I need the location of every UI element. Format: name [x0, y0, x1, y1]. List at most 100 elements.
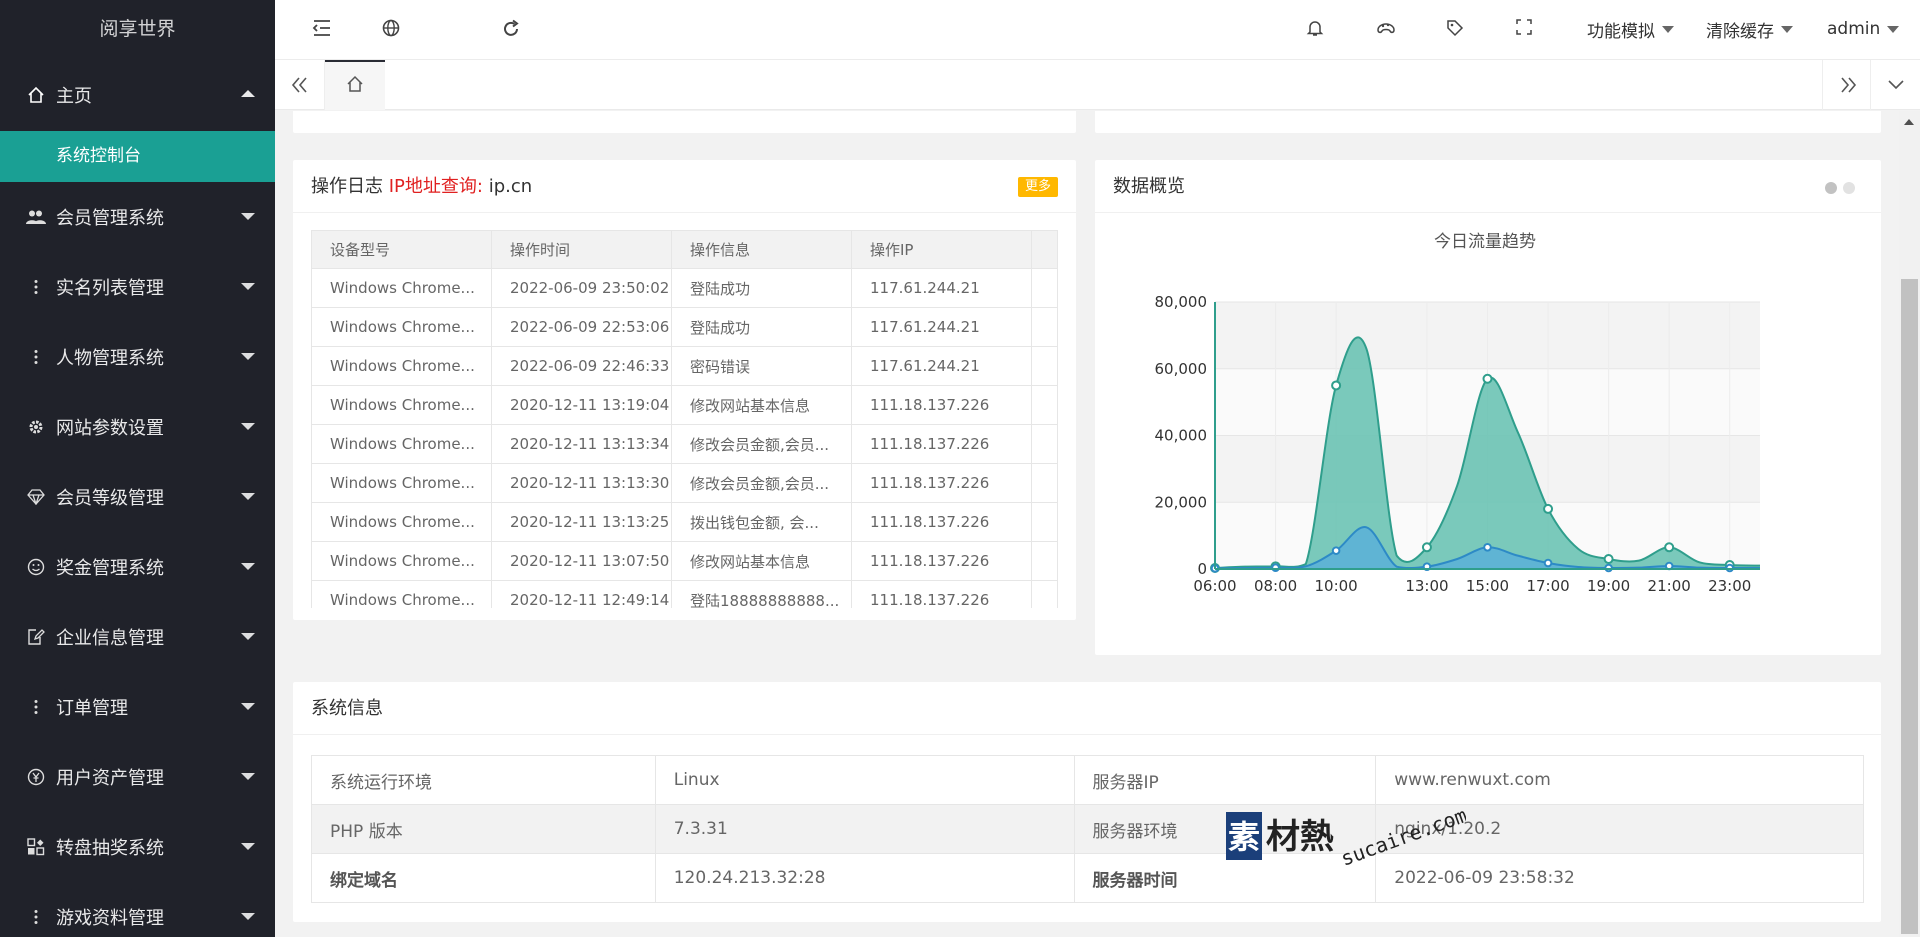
- series-1-point: [1421, 542, 1432, 553]
- sidebar-item-10[interactable]: 转盘抽奖系统: [0, 812, 275, 882]
- log-cell: Windows Chrome...: [311, 424, 492, 464]
- scrollbar-thumb[interactable]: [1901, 279, 1918, 934]
- log-cell: Windows Chrome...: [311, 268, 492, 308]
- x-tick-label: 19:00: [1587, 577, 1630, 595]
- tab-home[interactable]: [325, 60, 385, 110]
- main-content: 操作日志 IP地址查询: ip.cn 更多 设备型号 操作时间 操作信息 操作IP W…: [275, 111, 1899, 937]
- globe-icon[interactable]: [381, 18, 401, 42]
- sidebar-item-7[interactable]: 企业信息管理: [0, 602, 275, 672]
- sidebar-item-label: 用户资产管理: [56, 768, 164, 789]
- carousel-dot-active[interactable]: [1825, 182, 1837, 194]
- caret-down-icon: [1662, 25, 1674, 33]
- fullscreen-icon[interactable]: [1515, 18, 1533, 40]
- carousel-dot[interactable]: [1843, 182, 1855, 194]
- tab-bar: [275, 60, 1920, 110]
- sidebar-item-8[interactable]: 订单管理: [0, 672, 275, 742]
- log-cell-spacer: [1031, 502, 1058, 542]
- data-overview-card: 数据概览 今日流量趋势 0 20,000 40,000 60,000 80,000 06:0…: [1095, 160, 1881, 655]
- table-row[interactable]: Windows Chrome... 2022-06-09 22:46:33 密码错误…: [311, 346, 1058, 386]
- refresh-icon[interactable]: [500, 18, 522, 44]
- menu-fold-icon[interactable]: [311, 18, 333, 42]
- chevron-down-icon: [241, 703, 255, 710]
- clear-cache-menu[interactable]: 清除缓存: [1706, 0, 1793, 58]
- tab-scroll-right-icon[interactable]: [1822, 60, 1872, 110]
- sidebar-item-4[interactable]: 网站参数设置: [0, 392, 275, 462]
- log-cell: Windows Chrome...: [311, 502, 492, 542]
- table-row[interactable]: Windows Chrome... 2022-06-09 23:50:02 登陆成功…: [311, 268, 1058, 308]
- operation-log-title: 操作日志 IP地址查询: ip.cn 更多: [293, 160, 1076, 213]
- log-cell-spacer: [1031, 463, 1058, 503]
- table-row: 系统运行环境 Linux 服务器IP www.renwuxt.com: [311, 755, 1864, 805]
- palette-icon[interactable]: [1375, 18, 1397, 42]
- vertical-dots-icon: [25, 909, 47, 925]
- log-cell: 修改会员金额,会员...: [671, 424, 852, 464]
- log-cell: 2022-06-09 22:46:33: [491, 346, 672, 386]
- series-2-point: [1483, 543, 1492, 552]
- table-row[interactable]: Windows Chrome... 2020-12-11 12:49:14 登陆18…: [311, 580, 1058, 608]
- sidebar-item-5[interactable]: 会员等级管理: [0, 462, 275, 532]
- tab-options-dropdown-icon[interactable]: [1870, 60, 1920, 110]
- table-row[interactable]: Windows Chrome... 2020-12-11 13:19:04 修改网站…: [311, 385, 1058, 425]
- page-scrollbar[interactable]: [1899, 111, 1920, 937]
- ip-query-domain: ip.cn: [482, 176, 533, 197]
- table-row[interactable]: Windows Chrome... 2020-12-11 13:13:34 修改会员…: [311, 424, 1058, 464]
- home-icon: [346, 75, 364, 97]
- log-cell: 登陆成功: [671, 307, 852, 347]
- log-cell-spacer: [1031, 346, 1058, 386]
- y-tick-label: 0: [1197, 560, 1207, 578]
- username-label: admin: [1827, 19, 1881, 39]
- sysinfo-value: www.renwuxt.com: [1375, 755, 1864, 805]
- series-2-point: [1604, 563, 1613, 573]
- x-tick-label: 06:00: [1193, 577, 1236, 595]
- vertical-dots-icon: [25, 349, 47, 365]
- sidebar-item-home[interactable]: 主页: [0, 59, 275, 131]
- edit-doc-icon: [25, 628, 47, 646]
- sysinfo-value: 2022-06-09 23:58:32: [1375, 853, 1864, 903]
- data-overview-title: 数据概览: [1095, 160, 1881, 213]
- clear-cache-label: 清除缓存: [1706, 21, 1774, 42]
- more-button[interactable]: 更多: [1017, 177, 1058, 197]
- log-cell: 登陆成功: [671, 268, 852, 308]
- log-column-header: 操作IP: [851, 230, 1032, 269]
- sidebar-item-2[interactable]: 实名列表管理: [0, 252, 275, 322]
- table-row[interactable]: Windows Chrome... 2020-12-11 13:13:30 修改会员…: [311, 463, 1058, 503]
- ip-query-link[interactable]: IP地址查询:: [389, 176, 483, 197]
- x-tick-label: 15:00: [1466, 577, 1509, 595]
- log-column-header: 操作时间: [491, 230, 672, 269]
- sidebar-subitem-console[interactable]: 系统控制台: [0, 131, 275, 182]
- user-menu[interactable]: admin: [1827, 0, 1900, 58]
- sidebar-item-1[interactable]: 会员管理系统: [0, 182, 275, 252]
- chevron-down-icon: [241, 213, 255, 220]
- log-cell: 117.61.244.21: [851, 307, 1032, 347]
- traffic-trend-chart: 今日流量趋势 0 20,000 40,000 60,000 80,000 06:00 08:0…: [1155, 232, 1761, 595]
- chevron-down-icon: [241, 913, 255, 920]
- sysinfo-key: 服务器时间: [1073, 853, 1377, 903]
- log-cell: 2020-12-11 12:49:14: [491, 580, 672, 608]
- sidebar-item-3[interactable]: 人物管理系统: [0, 322, 275, 392]
- log-cell-spacer: [1031, 580, 1058, 608]
- tag-icon[interactable]: [1445, 18, 1465, 42]
- series-2-point: [1725, 563, 1735, 573]
- chevron-down-icon: [241, 423, 255, 430]
- log-cell: 111.18.137.226: [851, 385, 1032, 425]
- diamond-icon: [25, 489, 47, 505]
- table-row[interactable]: Windows Chrome... 2020-12-11 13:07:50 修改网站…: [311, 541, 1058, 581]
- sidebar-item-6[interactable]: 奖金管理系统: [0, 532, 275, 602]
- bell-icon[interactable]: [1305, 18, 1325, 42]
- table-row[interactable]: Windows Chrome... 2022-06-09 22:53:06 登陆成功…: [311, 307, 1058, 347]
- sysinfo-key: 系统运行环境: [311, 755, 656, 805]
- simulate-menu[interactable]: 功能模拟: [1587, 0, 1674, 58]
- log-cell: 2022-06-09 23:50:02: [491, 268, 672, 308]
- chevron-down-icon: [241, 283, 255, 290]
- sidebar-item-label: 人物管理系统: [56, 348, 164, 369]
- chevron-up-icon: [241, 90, 255, 97]
- simulate-menu-label: 功能模拟: [1587, 21, 1655, 42]
- log-cell: Windows Chrome...: [311, 580, 492, 608]
- caret-down-icon: [1781, 25, 1793, 33]
- table-row[interactable]: Windows Chrome... 2020-12-11 13:13:25 拨出钱包…: [311, 502, 1058, 542]
- sysinfo-value: 7.3.31: [654, 804, 1075, 854]
- sidebar-item-9[interactable]: 用户资产管理: [0, 742, 275, 812]
- scroll-up-arrow-icon[interactable]: [1904, 119, 1914, 125]
- tab-scroll-left-icon[interactable]: [275, 60, 325, 110]
- sidebar-item-11[interactable]: 游戏资料管理: [0, 882, 275, 937]
